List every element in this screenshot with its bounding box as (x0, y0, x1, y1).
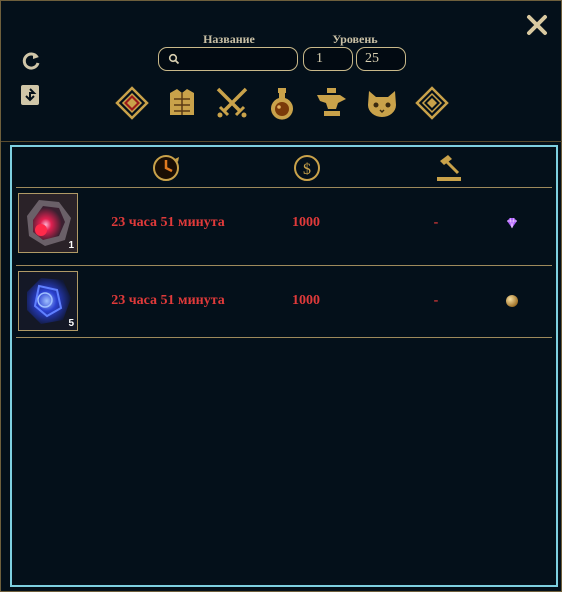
listings-panel: $ 1 23 часа 51 минута 1000 - 5 23 часа 5… (10, 145, 558, 587)
item-quantity: 5 (68, 318, 74, 329)
level-max-field[interactable]: 25 (356, 47, 406, 71)
category-potions[interactable] (264, 85, 300, 121)
row-divider (16, 265, 552, 266)
armor-category-icon (170, 89, 194, 115)
potion-category-icon (271, 88, 293, 120)
category-crafting[interactable] (314, 85, 350, 121)
gem-category-icon (115, 86, 149, 120)
name-label: Название (203, 32, 255, 46)
category-misc[interactable] (414, 85, 450, 121)
time-remaining: 23 часа 51 минута (111, 293, 225, 308)
gem-currency-icon (507, 217, 517, 229)
bid-value: - (433, 293, 439, 308)
bid-icon (437, 155, 461, 181)
svg-text:$: $ (303, 161, 311, 178)
level-min-value: 1 (316, 51, 323, 66)
item-slot[interactable]: 1 (18, 193, 78, 253)
time-icon (153, 155, 179, 181)
level-max-value: 25 (365, 51, 379, 66)
price-value: 1000 (292, 215, 320, 230)
sell-icon (21, 85, 39, 105)
category-weapons[interactable] (214, 85, 250, 121)
item-slot[interactable]: 5 (18, 271, 78, 331)
anvil-category-icon (317, 88, 346, 116)
listing-row-2[interactable]: 5 23 часа 51 минута 1000 - (16, 269, 552, 333)
search-field[interactable] (158, 47, 298, 71)
misc-category-icon (415, 86, 449, 120)
header-row-line (16, 187, 552, 188)
auction-window: Название Уровень 1 25 $ 1 23 часа 51 мин… (0, 0, 562, 592)
close-icon (527, 15, 547, 35)
level-min-field[interactable]: 1 (303, 47, 353, 71)
category-gems[interactable] (114, 85, 150, 121)
sort-by-time-button[interactable] (151, 153, 181, 183)
sort-by-price-button[interactable]: $ (292, 153, 322, 183)
sell-button[interactable] (19, 83, 43, 107)
refresh-icon (22, 52, 40, 70)
gold-currency-icon (506, 295, 518, 307)
category-armor[interactable] (164, 85, 200, 121)
row-divider (16, 337, 552, 338)
weapon-category-icon (216, 87, 248, 118)
time-remaining: 23 часа 51 минута (111, 215, 225, 230)
close-button[interactable] (523, 11, 551, 39)
search-icon (168, 53, 180, 65)
header-divider (1, 141, 562, 142)
pet-category-icon (368, 91, 396, 117)
sort-by-bid-button[interactable] (434, 153, 464, 183)
bid-value: - (433, 215, 439, 230)
level-label: Уровень (332, 32, 378, 46)
item-quantity: 1 (68, 240, 74, 251)
search-input[interactable] (180, 51, 297, 67)
category-pets[interactable] (364, 85, 400, 121)
refresh-button[interactable] (19, 49, 43, 73)
price-icon: $ (294, 155, 320, 181)
price-value: 1000 (292, 293, 320, 308)
listing-row-1[interactable]: 1 23 часа 51 минута 1000 - (16, 191, 552, 255)
